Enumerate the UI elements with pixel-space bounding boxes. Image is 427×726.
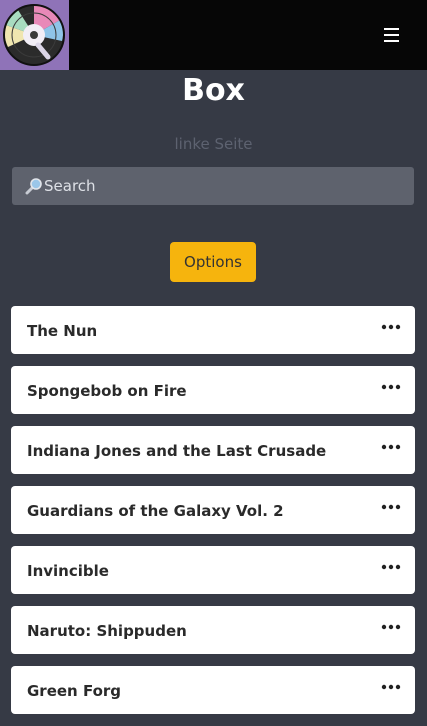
item-title: Indiana Jones and the Last Crusade <box>27 442 327 460</box>
more-horizontal-icon[interactable] <box>381 320 401 334</box>
more-horizontal-icon[interactable] <box>381 560 401 574</box>
item-title: Spongebob on Fire <box>27 382 187 400</box>
list-item[interactable]: The Nun <box>11 306 415 354</box>
more-horizontal-icon[interactable] <box>381 500 401 514</box>
hamburger-menu-icon[interactable] <box>372 21 412 49</box>
search-input[interactable] <box>44 167 404 205</box>
more-horizontal-icon[interactable] <box>381 620 401 634</box>
more-horizontal-icon[interactable] <box>381 380 401 394</box>
options-button[interactable]: Options <box>170 242 256 282</box>
top-navbar <box>0 0 427 70</box>
item-title: Invincible <box>27 562 109 580</box>
item-title: Guardians of the Galaxy Vol. 2 <box>27 502 284 520</box>
box-item-list: The Nun Spongebob on Fire Indiana Jones … <box>11 306 415 726</box>
page-subtitle: linke Seite <box>174 135 253 153</box>
more-horizontal-icon[interactable] <box>381 680 401 694</box>
item-title: The Nun <box>27 322 98 340</box>
list-item[interactable]: Naruto: Shippuden <box>11 606 415 654</box>
list-item[interactable]: Spongebob on Fire <box>11 366 415 414</box>
list-item[interactable]: Invincible <box>11 546 415 594</box>
list-item[interactable]: Green Forg <box>11 666 415 714</box>
vinyl-disc-icon <box>3 4 65 66</box>
search-bar <box>12 167 414 205</box>
list-item[interactable]: Indiana Jones and the Last Crusade <box>11 426 415 474</box>
magnifier-icon <box>25 177 43 199</box>
list-item[interactable]: Guardians of the Galaxy Vol. 2 <box>11 486 415 534</box>
page-title: Box <box>182 73 245 108</box>
app-logo[interactable] <box>0 0 69 70</box>
item-title: Naruto: Shippuden <box>27 622 187 640</box>
more-horizontal-icon[interactable] <box>381 440 401 454</box>
